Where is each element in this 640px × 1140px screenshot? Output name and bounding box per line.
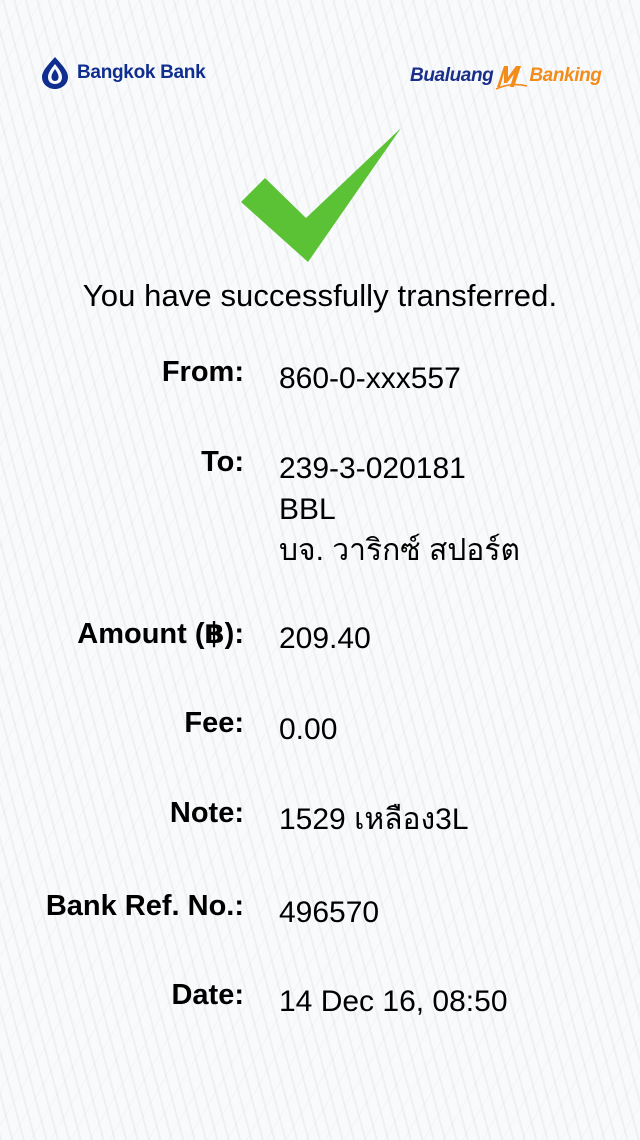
app-name-part2: Banking xyxy=(529,65,602,86)
app-name-part1: Bualuang xyxy=(410,65,494,86)
bank-ref-label: Bank Ref. No.: xyxy=(45,890,244,922)
note-label: Note: xyxy=(169,797,244,829)
bank-name: Bangkok Bank xyxy=(77,62,206,83)
to-bank: BBL xyxy=(279,493,336,526)
header: Bangkok Bank Bualuang Banking xyxy=(0,0,640,110)
fee-label: Fee: xyxy=(184,707,244,739)
to-account: 239-3-020181 xyxy=(279,452,466,485)
to-label: To: xyxy=(201,446,244,478)
bangkok-bank-logo: Bangkok Bank xyxy=(40,56,206,90)
amount-label: Amount (฿): xyxy=(77,618,244,650)
checkmark-icon xyxy=(241,128,401,262)
date-label: Date: xyxy=(171,979,244,1011)
success-message: You have successfully transferred. xyxy=(82,278,558,313)
to-value: 239-3-020181 BBL บจ. วาริกซ์ สปอร์ต xyxy=(279,448,520,571)
bualuang-mbanking-logo: Bualuang Banking xyxy=(410,62,602,90)
m-logo-icon xyxy=(494,62,528,90)
fee-value: 0.00 xyxy=(279,713,338,746)
amount-value: 209.40 xyxy=(279,622,371,655)
lotus-icon xyxy=(42,57,68,89)
from-value: 860-0-xxx557 xyxy=(279,362,461,395)
note-value: 1529 เหลือง3L xyxy=(279,803,469,836)
to-name: บจ. วาริกซ์ สปอร์ต xyxy=(279,534,520,567)
bank-ref-value: 496570 xyxy=(279,896,380,929)
from-label: From: xyxy=(161,356,244,388)
date-value: 14 Dec 16, 08:50 xyxy=(279,985,508,1018)
